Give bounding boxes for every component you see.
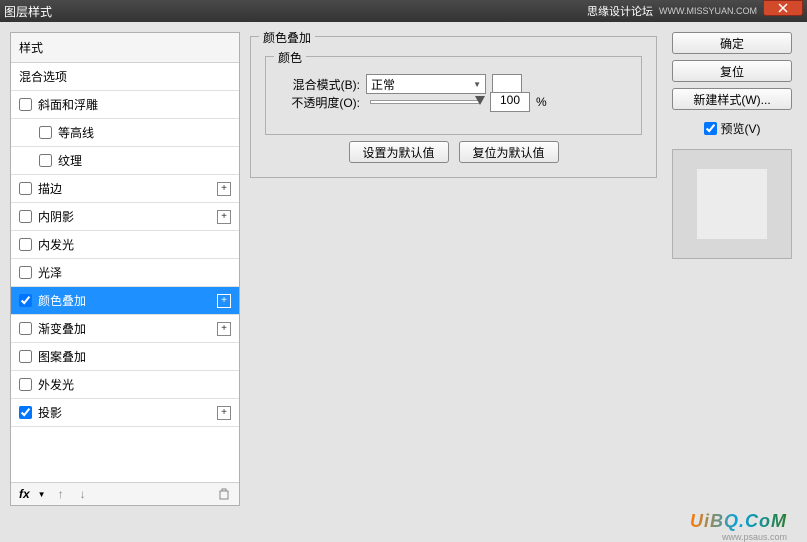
- trash-icon[interactable]: [217, 487, 231, 501]
- style-checkbox[interactable]: [19, 98, 32, 111]
- style-checkbox[interactable]: [19, 238, 32, 251]
- style-item-label: 纹理: [58, 152, 82, 169]
- action-panel: 确定 复位 新建样式(W)... 预览(V): [667, 32, 797, 506]
- new-style-button[interactable]: 新建样式(W)...: [672, 88, 792, 110]
- plus-icon[interactable]: +: [217, 210, 231, 224]
- style-item[interactable]: 等高线: [11, 119, 239, 147]
- style-item[interactable]: 颜色叠加 +: [11, 287, 239, 315]
- style-item-label: 斜面和浮雕: [38, 96, 98, 113]
- opacity-label: 不透明度(O):: [280, 94, 360, 111]
- chevron-down-icon: ▼: [473, 80, 481, 89]
- window-title: 图层样式: [4, 3, 587, 20]
- titlebar: 图层样式 思缘设计论坛 WWW.MISSYUAN.COM: [0, 0, 807, 22]
- style-item[interactable]: 图案叠加: [11, 343, 239, 371]
- style-checkbox[interactable]: [19, 210, 32, 223]
- blend-mode-value: 正常: [371, 76, 395, 93]
- style-checkbox[interactable]: [19, 350, 32, 363]
- fx-label[interactable]: fx: [19, 487, 30, 501]
- blend-mode-row: 混合模式(B): 正常 ▼: [280, 74, 627, 94]
- titlebar-url: WWW.MISSYUAN.COM: [659, 6, 757, 16]
- style-item[interactable]: 内发光: [11, 231, 239, 259]
- preview-label: 预览(V): [721, 120, 761, 137]
- preview-checkbox-row[interactable]: 预览(V): [704, 120, 761, 137]
- color-overlay-fieldset: 颜色叠加 颜色 混合模式(B): 正常 ▼ 不透明度(O): 100: [250, 36, 657, 178]
- style-item[interactable]: 投影 +: [11, 399, 239, 427]
- styles-header: 样式: [11, 33, 239, 63]
- reset-default-button[interactable]: 复位为默认值: [459, 141, 559, 163]
- opacity-input[interactable]: 100: [490, 92, 530, 112]
- style-checkbox[interactable]: [19, 322, 32, 335]
- preview-swatch: [697, 169, 767, 239]
- style-checkbox[interactable]: [19, 378, 32, 391]
- style-checkbox[interactable]: [19, 182, 32, 195]
- titlebar-credit: 思缘设计论坛: [587, 3, 653, 19]
- settings-panel: 颜色叠加 颜色 混合模式(B): 正常 ▼ 不透明度(O): 100: [250, 32, 657, 506]
- opacity-row: 不透明度(O): 100 %: [280, 92, 627, 112]
- move-down-icon[interactable]: ↓: [76, 487, 90, 501]
- set-default-button[interactable]: 设置为默认值: [349, 141, 449, 163]
- plus-icon[interactable]: +: [217, 294, 231, 308]
- blending-options-label: 混合选项: [19, 68, 67, 85]
- style-item-label: 等高线: [58, 124, 94, 141]
- color-section-label: 颜色: [274, 49, 306, 66]
- move-up-icon[interactable]: ↑: [54, 487, 68, 501]
- opacity-slider[interactable]: [370, 100, 480, 104]
- preview-checkbox[interactable]: [704, 122, 717, 135]
- titlebar-right: 思缘设计论坛 WWW.MISSYUAN.COM: [587, 0, 803, 22]
- slider-thumb-icon[interactable]: [475, 96, 485, 105]
- close-icon: [778, 3, 788, 13]
- style-item[interactable]: 内阴影 +: [11, 203, 239, 231]
- style-item[interactable]: 外发光: [11, 371, 239, 399]
- style-item[interactable]: 描边 +: [11, 175, 239, 203]
- color-fieldset: 颜色 混合模式(B): 正常 ▼ 不透明度(O): 100 %: [265, 56, 642, 135]
- style-checkbox[interactable]: [39, 126, 52, 139]
- plus-icon[interactable]: +: [217, 406, 231, 420]
- style-checkbox[interactable]: [19, 406, 32, 419]
- styles-footer: fx ▼ ↑ ↓: [11, 482, 239, 505]
- style-checkbox[interactable]: [19, 294, 32, 307]
- style-checkbox[interactable]: [39, 154, 52, 167]
- style-item-label: 图案叠加: [38, 348, 86, 365]
- style-item-label: 颜色叠加: [38, 292, 86, 309]
- style-item-label: 渐变叠加: [38, 320, 86, 337]
- style-item[interactable]: 纹理: [11, 147, 239, 175]
- blending-options-item[interactable]: 混合选项: [11, 63, 239, 91]
- dialog-content: 样式 混合选项 斜面和浮雕等高线纹理描边+内阴影+内发光光泽颜色叠加+渐变叠加+…: [0, 22, 807, 516]
- blend-mode-label: 混合模式(B):: [280, 76, 360, 93]
- plus-icon[interactable]: +: [217, 182, 231, 196]
- styles-panel: 样式 混合选项 斜面和浮雕等高线纹理描边 + 内阴影 + 内发光光泽颜色叠加 + 渐变叠加 +…: [10, 32, 240, 506]
- style-item-label: 描边: [38, 180, 62, 197]
- ok-button[interactable]: 确定: [672, 32, 792, 54]
- plus-icon[interactable]: +: [217, 322, 231, 336]
- style-item-label: 内发光: [38, 236, 74, 253]
- opacity-unit: %: [536, 95, 547, 109]
- blend-mode-select[interactable]: 正常 ▼: [366, 74, 486, 94]
- color-swatch[interactable]: [492, 74, 522, 94]
- default-buttons-row: 设置为默认值 复位为默认值: [265, 141, 642, 163]
- style-item[interactable]: 渐变叠加 +: [11, 315, 239, 343]
- style-checkbox[interactable]: [19, 266, 32, 279]
- watermark-sub: www.psaus.com: [722, 532, 787, 542]
- style-item-label: 光泽: [38, 264, 62, 281]
- cancel-button[interactable]: 复位: [672, 60, 792, 82]
- close-button[interactable]: [763, 0, 803, 16]
- preview-box: [672, 149, 792, 259]
- panel-title: 颜色叠加: [259, 29, 315, 46]
- style-item-label: 投影: [38, 404, 62, 421]
- style-item-label: 内阴影: [38, 208, 74, 225]
- style-item[interactable]: 光泽: [11, 259, 239, 287]
- watermark: UiBQ.CoM: [690, 511, 787, 532]
- style-item[interactable]: 斜面和浮雕: [11, 91, 239, 119]
- style-item-label: 外发光: [38, 376, 74, 393]
